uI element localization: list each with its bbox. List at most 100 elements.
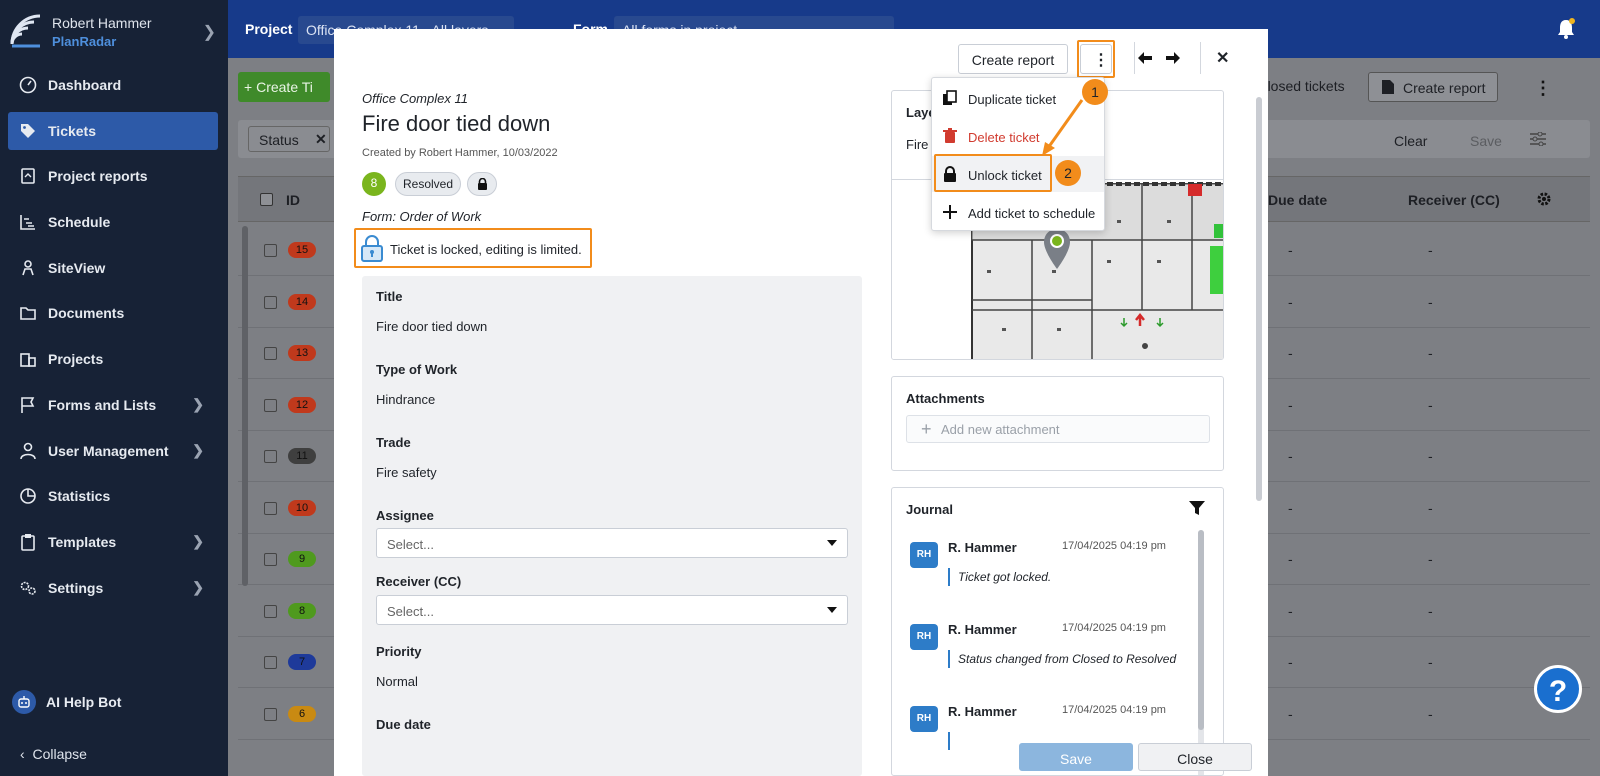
- chevron-right-icon: ❯: [192, 532, 204, 549]
- journal-panel: Journal RH R. Hammer 17/04/2025 04:19 pm Ti…: [891, 487, 1224, 776]
- lock-open-icon: [360, 234, 384, 262]
- ticket-id-badge: 6: [288, 705, 316, 722]
- lock-icon: [477, 178, 488, 190]
- sidebar-item-schedule[interactable]: Schedule: [8, 203, 218, 241]
- column-header-receiver[interactable]: Receiver (CC): [1408, 192, 1500, 208]
- save-button[interactable]: Save: [1019, 743, 1133, 771]
- sidebar-item-documents[interactable]: Documents: [8, 294, 218, 332]
- pdf-icon: [1381, 79, 1395, 95]
- sidebar-item-settings[interactable]: Settings ❯: [8, 569, 218, 607]
- row-checkbox[interactable]: [264, 244, 277, 257]
- locked-message-text: Ticket is locked, editing is limited.: [390, 242, 582, 257]
- bell-icon[interactable]: [1556, 18, 1576, 40]
- chevron-right-icon: ❯: [192, 395, 204, 412]
- close-button[interactable]: Close: [1138, 743, 1252, 771]
- robot-icon: [12, 690, 36, 714]
- sidebar-item-label: Schedule: [48, 214, 111, 231]
- row-checkbox[interactable]: [264, 398, 277, 412]
- row-checkbox[interactable]: [264, 656, 277, 669]
- ticket-id-badge: 7: [288, 654, 316, 670]
- assignee-placeholder: Select...: [387, 537, 434, 552]
- arrow-left-icon[interactable]: [1137, 51, 1153, 65]
- row-checkbox[interactable]: [264, 450, 277, 463]
- field-value-type: Hindrance: [376, 392, 436, 407]
- sidebar-item-tickets[interactable]: Tickets: [8, 111, 218, 150]
- siteview-icon: [18, 258, 38, 278]
- sidebar-item-project-reports[interactable]: Project reports: [8, 157, 218, 195]
- more-options-icon[interactable]: ⋮: [1534, 78, 1552, 99]
- arrow-right-icon[interactable]: [1165, 51, 1181, 65]
- close-icon[interactable]: ✕: [1216, 48, 1229, 68]
- collapse-button[interactable]: ‹ Collapse: [20, 746, 87, 762]
- sidebar-item-user-management[interactable]: User Management ❯: [8, 432, 218, 470]
- help-button[interactable]: ?: [1534, 665, 1582, 713]
- sidebar-item-label: User Management: [48, 442, 169, 459]
- sidebar-item-statistics[interactable]: Statistics: [8, 477, 218, 515]
- row-checkbox[interactable]: [264, 604, 277, 618]
- sidebar-item-templates[interactable]: Templates ❯: [8, 523, 218, 561]
- receiver-cell: -: [1428, 242, 1433, 258]
- flag-icon: [18, 395, 38, 415]
- row-checkbox[interactable]: [264, 553, 277, 566]
- row-checkbox[interactable]: [264, 501, 277, 515]
- sidebar-item-forms-and-lists[interactable]: Forms and Lists ❯: [8, 386, 218, 424]
- user-switcher[interactable]: Robert Hammer PlanRadar ❯: [10, 12, 222, 52]
- status-badge[interactable]: Resolved: [395, 172, 461, 196]
- plus-icon: [942, 204, 958, 220]
- sidebar-item-dashboard[interactable]: Dashboard: [8, 66, 218, 104]
- trash-icon: [942, 128, 958, 144]
- create-ticket-button[interactable]: + Create Ti: [238, 72, 330, 102]
- annotation-arrow: [1042, 99, 1084, 156]
- add-attachment-button[interactable]: + Add new attachment: [906, 415, 1210, 443]
- ticket-id-badge: 8: [288, 602, 316, 619]
- clear-filters-button[interactable]: Clear: [1394, 133, 1427, 149]
- divider: [1200, 42, 1201, 74]
- list-scrollbar[interactable]: [242, 226, 248, 586]
- attachments-panel: Attachments + Add new attachment: [891, 376, 1224, 471]
- menu-item-label: Add ticket to schedule: [968, 206, 1096, 221]
- column-header-due-date[interactable]: Due date: [1268, 192, 1327, 208]
- filter-settings-icon[interactable]: [1530, 132, 1546, 146]
- sidebar-item-label: Project reports: [48, 168, 148, 185]
- due-date-cell: -: [1288, 499, 1293, 516]
- due-date-cell: -: [1288, 654, 1293, 670]
- row-checkbox[interactable]: [264, 347, 277, 360]
- due-date-cell: -: [1288, 242, 1293, 258]
- receiver-select[interactable]: Select...: [376, 595, 848, 625]
- bg-create-report-button[interactable]: Create report: [1368, 72, 1498, 102]
- due-date-cell: -: [1288, 396, 1293, 413]
- modal-scrollbar[interactable]: [1256, 97, 1262, 501]
- sidebar-item-siteview[interactable]: SiteView: [8, 249, 218, 287]
- menu-item-add-ticket-to-schedule[interactable]: Add ticket to schedule: [932, 194, 1104, 230]
- row-checkbox[interactable]: [264, 707, 277, 721]
- created-info: Created by Robert Hammer, 10/03/2022: [362, 147, 558, 159]
- location-pin-icon[interactable]: [1043, 228, 1071, 270]
- journal-message: Ticket got locked.: [948, 568, 1051, 586]
- user-name: Robert Hammer: [52, 15, 152, 31]
- project-name: Office Complex 11: [362, 91, 468, 106]
- create-report-button[interactable]: Create report: [958, 44, 1068, 74]
- ticket-id-badge: 9: [288, 551, 316, 567]
- divider: [1134, 42, 1135, 74]
- save-filters-button[interactable]: Save: [1470, 133, 1502, 149]
- gear-icon[interactable]: [1536, 191, 1552, 207]
- select-all-checkbox[interactable]: [260, 193, 273, 206]
- highlight-more-options: [1077, 40, 1115, 78]
- sidebar-item-label: Projects: [48, 351, 104, 368]
- ai-help-bot[interactable]: AI Help Bot: [12, 690, 121, 714]
- row-checkbox[interactable]: [264, 295, 277, 309]
- pie-chart-icon: [18, 486, 38, 506]
- field-value-priority: Normal: [376, 674, 418, 689]
- sidebar-item-projects[interactable]: Projects: [8, 340, 218, 378]
- journal-message: [948, 732, 958, 750]
- close-icon[interactable]: ✕: [315, 131, 327, 148]
- journal-scrollbar[interactable]: [1198, 530, 1204, 775]
- add-attachment-label: Add new attachment: [941, 422, 1060, 437]
- collapse-label: Collapse: [32, 746, 87, 762]
- assignee-select[interactable]: Select...: [376, 528, 848, 558]
- ai-help-bot-label: AI Help Bot: [46, 694, 122, 710]
- journal-author: R. Hammer: [948, 622, 1017, 637]
- status-filter-chip[interactable]: Status ✕: [248, 126, 330, 152]
- column-header-id[interactable]: ID: [286, 192, 300, 208]
- filter-icon[interactable]: [1188, 500, 1206, 516]
